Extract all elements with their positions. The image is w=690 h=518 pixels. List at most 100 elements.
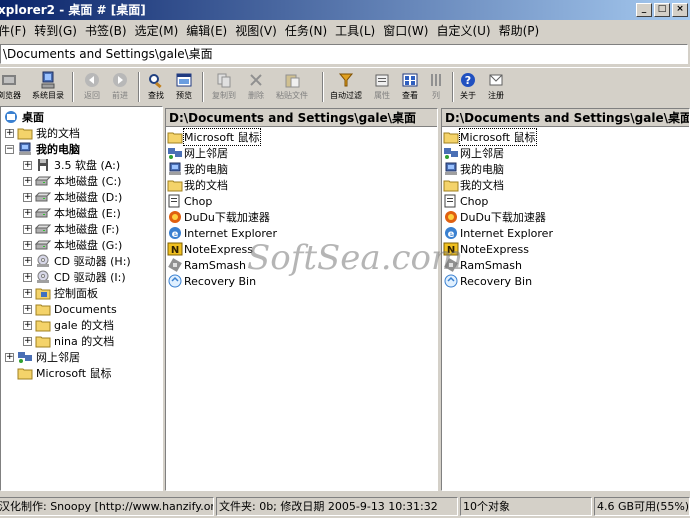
- tree-item-desktop[interactable]: 桌面: [3, 109, 44, 125]
- expand-toggle[interactable]: +: [23, 160, 32, 170]
- menu-mark[interactable]: 选定(M): [131, 21, 183, 41]
- list-item[interactable]: N NoteExpress: [167, 241, 253, 257]
- toolbar-separator: [202, 72, 204, 102]
- item-label: 我的文档: [184, 179, 228, 192]
- tree-item-drive-d[interactable]: + 本地磁盘 (D:): [23, 189, 122, 205]
- autofilter-label: 自动过滤: [330, 91, 362, 100]
- copy-to-button[interactable]: 复制到: [208, 70, 240, 104]
- list-item[interactable]: 我的电脑: [167, 161, 228, 177]
- menu-tools[interactable]: 工具(L): [331, 21, 379, 41]
- list-item[interactable]: Microsoft 鼠标: [167, 128, 261, 146]
- expand-toggle[interactable]: +: [23, 288, 32, 298]
- list-item[interactable]: RamSmash: [167, 257, 246, 273]
- tree-button[interactable]: 浏览器: [0, 70, 24, 104]
- computer-icon: [17, 142, 33, 156]
- expand-toggle[interactable]: +: [23, 224, 32, 234]
- collapse-toggle[interactable]: −: [5, 144, 14, 154]
- expand-toggle[interactable]: +: [23, 272, 32, 282]
- tree-item-drive-g[interactable]: + 本地磁盘 (G:): [23, 237, 122, 253]
- tree-item-label: 本地磁盘 (C:): [54, 175, 122, 188]
- item-label: Microsoft 鼠标: [183, 128, 261, 146]
- delete-button[interactable]: 删除: [244, 70, 268, 104]
- system-dirs-button[interactable]: 系统目录: [28, 70, 68, 104]
- list-item[interactable]: Chop: [167, 193, 212, 209]
- expand-toggle[interactable]: +: [23, 192, 32, 202]
- tree-item-cd-i[interactable]: + CD 驱动器 (I:): [23, 269, 126, 285]
- menu-window[interactable]: 窗口(W): [379, 21, 432, 41]
- menu-file[interactable]: 件(F): [0, 21, 30, 41]
- menu-edit[interactable]: 编辑(E): [182, 21, 231, 41]
- list-item[interactable]: Recovery Bin: [167, 273, 256, 289]
- folder-icon: [35, 318, 51, 332]
- back-button[interactable]: 返回: [80, 70, 104, 104]
- left-file-pane[interactable]: D:\Documents and Settings\gale\桌面 Micros…: [165, 108, 438, 491]
- expand-toggle[interactable]: +: [23, 304, 32, 314]
- preview-button[interactable]: 预览: [172, 70, 196, 104]
- expand-toggle[interactable]: +: [23, 208, 32, 218]
- forward-button[interactable]: 前进: [108, 70, 132, 104]
- menu-tasks[interactable]: 任务(N): [281, 21, 331, 41]
- expand-toggle[interactable]: +: [5, 128, 14, 138]
- menu-bar: 件(F) 转到(G) 书签(B) 选定(M) 编辑(E) 视图(V) 任务(N)…: [0, 20, 690, 41]
- autofilter-button[interactable]: 自动过滤: [326, 70, 366, 104]
- menu-view[interactable]: 视图(V): [231, 21, 281, 41]
- tree-item-floppy-a[interactable]: + 3.5 软盘 (A:): [23, 157, 120, 173]
- properties-button[interactable]: 属性: [370, 70, 394, 104]
- maximize-button[interactable]: □: [654, 3, 670, 17]
- tree-item-cd-h[interactable]: + CD 驱动器 (H:): [23, 253, 131, 269]
- forward-label: 前进: [112, 91, 128, 100]
- list-item[interactable]: 我的文档: [443, 177, 504, 193]
- menu-bookmarks[interactable]: 书签(B): [81, 21, 131, 41]
- expand-toggle[interactable]: +: [5, 352, 14, 362]
- right-file-pane[interactable]: D:\Documents and Settings\gale\桌面 Micros…: [441, 108, 690, 491]
- columns-button[interactable]: 列: [426, 70, 446, 104]
- folder-tree[interactable]: 桌面 + 我的文档 − 我的电脑 + 3.5 软盘 (A:) + 本地磁盘 (C…: [0, 106, 163, 491]
- list-item[interactable]: 网上邻居: [167, 145, 228, 161]
- tree-item-network[interactable]: + 网上邻居: [5, 349, 80, 365]
- menu-goto[interactable]: 转到(G): [30, 21, 81, 41]
- expand-toggle[interactable]: +: [23, 176, 32, 186]
- copy-to-icon: [215, 71, 233, 89]
- list-item[interactable]: 我的电脑: [443, 161, 504, 177]
- item-label: NoteExpress: [184, 242, 253, 256]
- list-item[interactable]: Microsoft 鼠标: [443, 128, 537, 146]
- tree-item-gale-documents[interactable]: + gale 的文档: [23, 317, 114, 333]
- tree-item-label: 控制面板: [54, 287, 98, 300]
- tree-item-nina-documents[interactable]: + nina 的文档: [23, 333, 114, 349]
- expand-toggle[interactable]: +: [23, 256, 32, 266]
- tree-item-label: 网上邻居: [36, 351, 80, 364]
- list-item[interactable]: DuDu下载加速器: [167, 209, 270, 225]
- drive-icon: [35, 238, 51, 252]
- tree-item-drive-c[interactable]: + 本地磁盘 (C:): [23, 173, 121, 189]
- list-item[interactable]: Chop: [443, 193, 488, 209]
- view-button[interactable]: 查看: [398, 70, 422, 104]
- about-button[interactable]: ? 关于: [456, 70, 480, 104]
- floppy-icon: [35, 158, 51, 172]
- preview-label: 预览: [176, 91, 192, 100]
- address-input[interactable]: \Documents and Settings\gale\桌面: [0, 44, 688, 64]
- tree-item-drive-f[interactable]: + 本地磁盘 (F:): [23, 221, 119, 237]
- menu-customize[interactable]: 自定义(U): [432, 21, 494, 41]
- minimize-button[interactable]: _: [636, 3, 652, 17]
- tree-item-drive-e[interactable]: + 本地磁盘 (E:): [23, 205, 121, 221]
- register-button[interactable]: 注册: [484, 70, 508, 104]
- tree-item-my-documents[interactable]: + 我的文档: [5, 125, 80, 141]
- close-button[interactable]: ×: [672, 3, 688, 17]
- folder-icon: [17, 126, 33, 140]
- tree-button-label: 浏览器: [0, 91, 21, 100]
- tree-item-microsoft-mouse[interactable]: Microsoft 鼠标: [17, 365, 112, 381]
- find-button[interactable]: 查找: [144, 70, 168, 104]
- expand-toggle[interactable]: +: [23, 320, 32, 330]
- tree-item-my-computer[interactable]: − 我的电脑: [5, 141, 80, 157]
- expand-toggle[interactable]: +: [23, 336, 32, 346]
- tree-item-documents[interactable]: + Documents: [23, 301, 117, 317]
- menu-help[interactable]: 帮助(P): [495, 21, 544, 41]
- list-item[interactable]: 我的文档: [167, 177, 228, 193]
- paste-button[interactable]: 粘贴文件: [272, 70, 312, 104]
- item-label: 我的电脑: [184, 163, 228, 176]
- tree-item-label: CD 驱动器 (I:): [54, 271, 126, 284]
- list-item[interactable]: DuDu下载加速器: [443, 209, 546, 225]
- list-item[interactable]: 网上邻居: [443, 145, 504, 161]
- tree-item-control-panel[interactable]: + 控制面板: [23, 285, 98, 301]
- expand-toggle[interactable]: +: [23, 240, 32, 250]
